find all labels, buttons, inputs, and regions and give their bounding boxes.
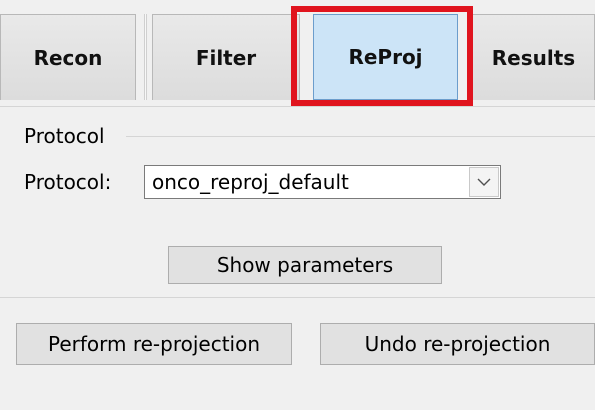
chevron-down-icon[interactable] xyxy=(469,167,499,197)
tab-label: ReProj xyxy=(348,45,423,69)
tab-reproj[interactable]: ReProj xyxy=(313,14,458,100)
tab-results[interactable]: Results xyxy=(472,14,595,100)
tab-pane-border xyxy=(0,106,595,107)
protocol-select-value: onco_reproj_default xyxy=(152,170,349,194)
perform-reprojection-label: Perform re-projection xyxy=(47,332,261,356)
protocol-select[interactable]: onco_reproj_default xyxy=(144,165,501,199)
undo-reprojection-button[interactable]: Undo re-projection xyxy=(320,323,595,365)
section-divider xyxy=(0,297,595,298)
show-parameters-button[interactable]: Show parameters xyxy=(168,246,442,284)
group-divider xyxy=(126,136,595,137)
undo-reprojection-label: Undo re-projection xyxy=(364,332,551,356)
show-parameters-label: Show parameters xyxy=(216,253,394,277)
protocol-label: Protocol: xyxy=(24,170,112,194)
tab-label: Filter xyxy=(195,45,257,70)
perform-reprojection-button[interactable]: Perform re-projection xyxy=(16,323,292,365)
tab-strip: Recon Filter ReProj Results xyxy=(0,0,595,106)
tab-recon[interactable]: Recon xyxy=(0,14,136,100)
tab-label: Results xyxy=(491,45,576,70)
tab-label: Recon xyxy=(33,45,103,70)
tab-separator xyxy=(144,14,147,100)
protocol-group-title: Protocol xyxy=(24,124,105,148)
tab-filter[interactable]: Filter xyxy=(152,14,300,100)
